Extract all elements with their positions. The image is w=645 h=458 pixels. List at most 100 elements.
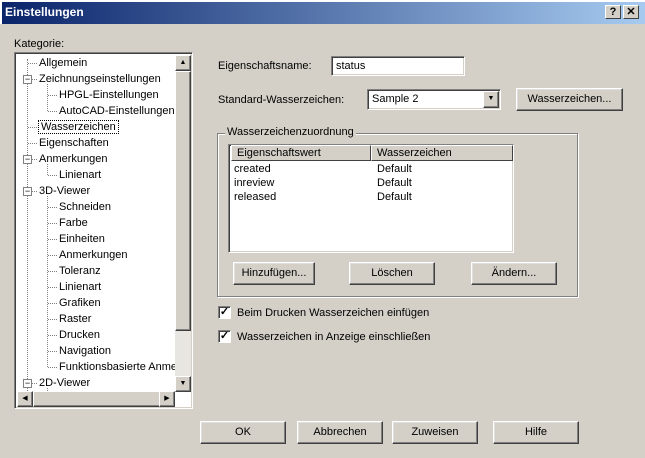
tree-item[interactable]: Raster — [59, 311, 91, 327]
collapse-icon[interactable]: − — [23, 75, 32, 84]
tree-connector — [48, 287, 57, 288]
tree-item-label: AutoCAD-Einstellungen — [59, 105, 175, 117]
tree-item[interactable]: Anmerkungen — [39, 151, 108, 167]
add-button[interactable]: Hinzufügen... — [233, 262, 315, 285]
property-name-field[interactable]: status — [331, 56, 465, 76]
tree-item[interactable]: Grafiken — [59, 295, 101, 311]
tree-item[interactable]: Allgemein — [39, 55, 87, 71]
tree-item[interactable]: HPGL-Einstellungen — [59, 87, 159, 103]
tree-item-label: Anmerkungen — [59, 249, 128, 261]
row-2-watermark[interactable]: Default — [377, 190, 412, 204]
tree-item[interactable]: 2D-Viewer — [39, 375, 90, 391]
print-watermark-checkbox[interactable]: ✓ — [218, 306, 231, 319]
tree-item[interactable]: Linienart — [59, 167, 101, 183]
tree-item-label: Wasserzeichen — [38, 120, 119, 134]
collapse-icon[interactable]: − — [23, 155, 32, 164]
row-0-property-value[interactable]: created — [234, 162, 271, 176]
ok-button[interactable]: OK — [200, 421, 286, 444]
column-header-property-value[interactable]: Eigenschaftswert — [231, 145, 371, 161]
tree-connector — [28, 127, 37, 128]
tree-item[interactable]: Farbe — [59, 215, 88, 231]
tree-item-label: Raster — [59, 313, 92, 325]
tree-connector — [28, 63, 37, 64]
tree-connector — [48, 239, 57, 240]
tree-item[interactable]: Wasserzeichen — [38, 119, 119, 135]
property-name-label: Eigenschaftsname: — [218, 60, 312, 72]
tree-item[interactable]: Linienart — [59, 279, 101, 295]
change-button[interactable]: Ändern... — [471, 262, 557, 285]
row-1-property-value[interactable]: inreview — [234, 176, 274, 190]
window-title: Einstellungen — [5, 5, 84, 19]
tree-item-label: Linienart — [59, 281, 102, 293]
tree-connector — [48, 303, 57, 304]
print-watermark-label[interactable]: Beim Drucken Wasserzeichen einfügen — [237, 307, 429, 319]
tree-scroll-left-icon[interactable]: ◀ — [17, 391, 33, 407]
tree-scroll-right-icon[interactable]: ▶ — [159, 391, 175, 407]
category-tree[interactable]: − − − − Allgemein Zeichnungseinstellungen HPG… — [14, 52, 193, 409]
assignment-list[interactable]: Eigenschaftswert Wasserzeichen created D… — [228, 144, 514, 253]
tree-connector — [48, 223, 57, 224]
tree-item-label: 3D-Viewer — [39, 185, 91, 197]
tree-hscroll-thumb[interactable] — [33, 391, 161, 407]
tree-connector — [48, 335, 57, 336]
tree-connector — [48, 175, 57, 176]
tree-item-label: Grafiken — [59, 297, 101, 309]
tree-connector — [48, 255, 57, 256]
tree-connector — [48, 319, 57, 320]
collapse-icon[interactable]: − — [23, 379, 32, 388]
tree-item-label: Drucken — [59, 329, 100, 341]
tree-connector — [48, 271, 57, 272]
watermarks-button[interactable]: Wasserzeichen... — [516, 88, 623, 111]
tree-item[interactable]: AutoCAD-Einstellungen — [59, 103, 175, 119]
tree-item-label: Linienart — [59, 169, 102, 181]
chevron-down-icon[interactable]: ▼ — [483, 91, 499, 108]
column-header-watermark[interactable]: Wasserzeichen — [371, 145, 513, 161]
watermark-assignment-legend: Wasserzeichenzuordnung — [225, 126, 356, 138]
tree-item-label: Funktionsbasierte Anmerk — [59, 361, 187, 373]
tree-connector — [48, 95, 57, 96]
tree-scroll-down-icon[interactable]: ▼ — [175, 376, 191, 392]
tree-connector — [48, 207, 57, 208]
display-watermark-checkbox[interactable]: ✓ — [218, 330, 231, 343]
tree-connector — [47, 84, 48, 111]
row-2-property-value[interactable]: released — [234, 190, 276, 204]
display-watermark-label[interactable]: Wasserzeichen in Anzeige einschließen — [237, 331, 430, 343]
tree-item[interactable]: Einheiten — [59, 231, 105, 247]
row-1-watermark[interactable]: Default — [377, 176, 412, 190]
tree-item[interactable]: 3D-Viewer — [39, 183, 90, 199]
default-watermark-select[interactable]: Sample 2 ▼ — [367, 89, 501, 110]
apply-button[interactable]: Zuweisen — [392, 421, 478, 444]
delete-button[interactable]: Löschen — [349, 262, 435, 285]
tree-item[interactable]: Funktionsbasierte Anmerk — [59, 359, 186, 375]
tree-item[interactable]: Eigenschaften — [39, 135, 109, 151]
tree-connector — [27, 59, 28, 399]
tree-connector — [47, 196, 48, 367]
tree-item-label: Anmerkungen — [39, 153, 108, 165]
help-title-button[interactable]: ? — [605, 5, 621, 19]
tree-item[interactable]: Navigation — [59, 343, 111, 359]
tree-connector — [48, 111, 57, 112]
tree-item-label: Toleranz — [59, 265, 101, 277]
tree-item-label: Navigation — [59, 345, 111, 357]
tree-item-label: Schneiden — [59, 201, 111, 213]
tree-item[interactable]: Drucken — [59, 327, 100, 343]
close-icon[interactable]: ✕ — [623, 5, 639, 19]
tree-item[interactable]: Toleranz — [59, 263, 101, 279]
tree-scroll-thumb[interactable] — [175, 71, 191, 331]
tree-item-label: Farbe — [59, 217, 88, 229]
tree-item-label: Allgemein — [39, 57, 88, 69]
tree-item-label: Einheiten — [59, 233, 105, 245]
help-button[interactable]: Hilfe — [493, 421, 579, 444]
default-watermark-value: Sample 2 — [372, 93, 419, 105]
tree-item-label: Eigenschaften — [39, 137, 109, 149]
tree-item-label: Zeichnungseinstellungen — [39, 73, 161, 85]
tree-item[interactable]: Schneiden — [59, 199, 111, 215]
title-bar — [0, 0, 645, 24]
tree-scroll-up-icon[interactable]: ▲ — [175, 55, 191, 71]
tree-item-label: 2D-Viewer — [39, 377, 91, 389]
collapse-icon[interactable]: − — [23, 187, 32, 196]
tree-item[interactable]: Zeichnungseinstellungen — [39, 71, 161, 87]
tree-item[interactable]: Anmerkungen — [59, 247, 128, 263]
row-0-watermark[interactable]: Default — [377, 162, 412, 176]
cancel-button[interactable]: Abbrechen — [297, 421, 383, 444]
